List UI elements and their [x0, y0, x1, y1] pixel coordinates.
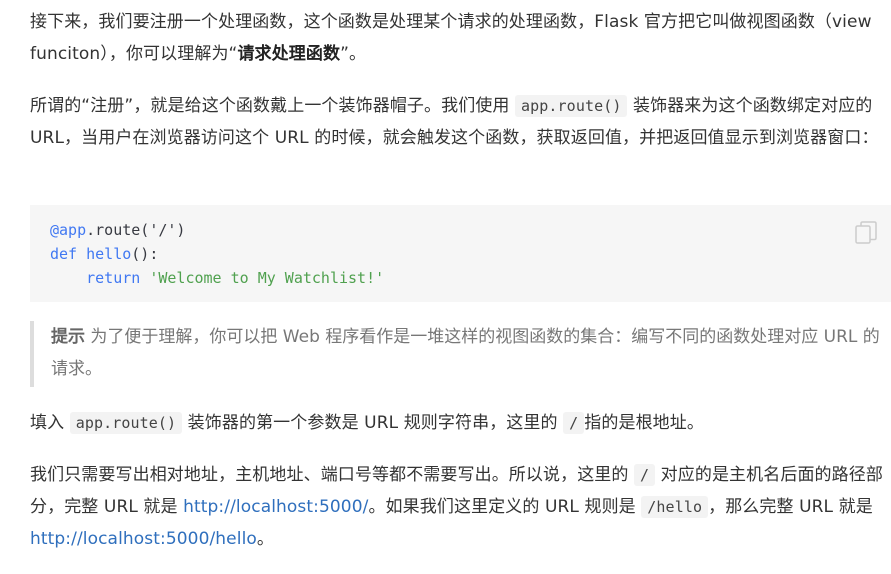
code-block: @app.route('/') def hello(): return 'Wel… [30, 205, 891, 302]
paragraph-url-rule: 填入 app.route() 装饰器的第一个参数是 URL 规则字符串，这里的 … [30, 407, 704, 439]
inline-code: / [563, 412, 585, 434]
paragraph-relative-url: 我们只需要写出相对地址，主机地址、端口号等都不需要写出。所以说，这里的 / 对应… [30, 459, 891, 555]
code-line: return 'Welcome to My Watchlist!' [50, 266, 871, 290]
paragraph-text: ”。 [340, 44, 367, 64]
code-line: def hello(): [50, 242, 871, 266]
code-keyword: def [50, 245, 78, 263]
copy-icon[interactable] [855, 221, 877, 245]
code-function-name: hello [86, 245, 132, 263]
paragraph-text: 。 [256, 529, 274, 549]
paragraph-text: 我们只需要写出相对地址，主机地址、端口号等都不需要写出。所以说，这里的 [30, 465, 635, 485]
code-text: (): [131, 245, 159, 263]
inline-code: app.route() [515, 95, 628, 117]
inline-code: /hello [641, 496, 709, 518]
paragraph-text: ，那么完整 URL 就是 [708, 497, 873, 517]
code-keyword: return [86, 269, 141, 287]
paragraph-text: 装饰器的第一个参数是 URL 规则字符串，这里的 [182, 413, 564, 433]
paragraph-text: 指的是根地址。 [584, 413, 704, 433]
localhost-root-link[interactable]: http://localhost:5000/ [183, 497, 368, 517]
code-text: .route('/') [86, 221, 186, 239]
inline-code: / [634, 464, 656, 486]
inline-code: app.route() [69, 412, 183, 434]
localhost-hello-link[interactable]: http://localhost:5000/hello [30, 529, 257, 549]
paragraph-text: 所谓的“注册”，就是给这个函数戴上一个装饰器帽子。我们使用 [30, 96, 516, 116]
tip-text: 为了便于理解，你可以把 Web 程序看作是一堆这样的视图函数的集合：编写不同的函… [51, 327, 880, 379]
code-decorator: @app [50, 221, 87, 239]
code-line: @app.route('/') [50, 218, 871, 242]
paragraph-register: 所谓的“注册”，就是给这个函数戴上一个装饰器帽子。我们使用 app.route(… [30, 90, 891, 154]
tip-note: 提示 为了便于理解，你可以把 Web 程序看作是一堆这样的视图函数的集合：编写不… [30, 321, 891, 387]
paragraph-text: 接下来，我们要注册一个处理函数，这个函数是处理某个请求的处理函数，Flask 官… [30, 12, 872, 64]
code-string: 'Welcome to My Watchlist!' [149, 269, 385, 287]
tip-label: 提示 [51, 327, 85, 347]
paragraph-text: 。如果我们这里定义的 URL 规则是 [368, 497, 642, 517]
paragraph-view-function: 接下来，我们要注册一个处理函数，这个函数是处理某个请求的处理函数，Flask 官… [30, 6, 891, 70]
bold-term: 请求处理函数 [237, 44, 341, 64]
paragraph-text: 填入 [30, 413, 70, 433]
